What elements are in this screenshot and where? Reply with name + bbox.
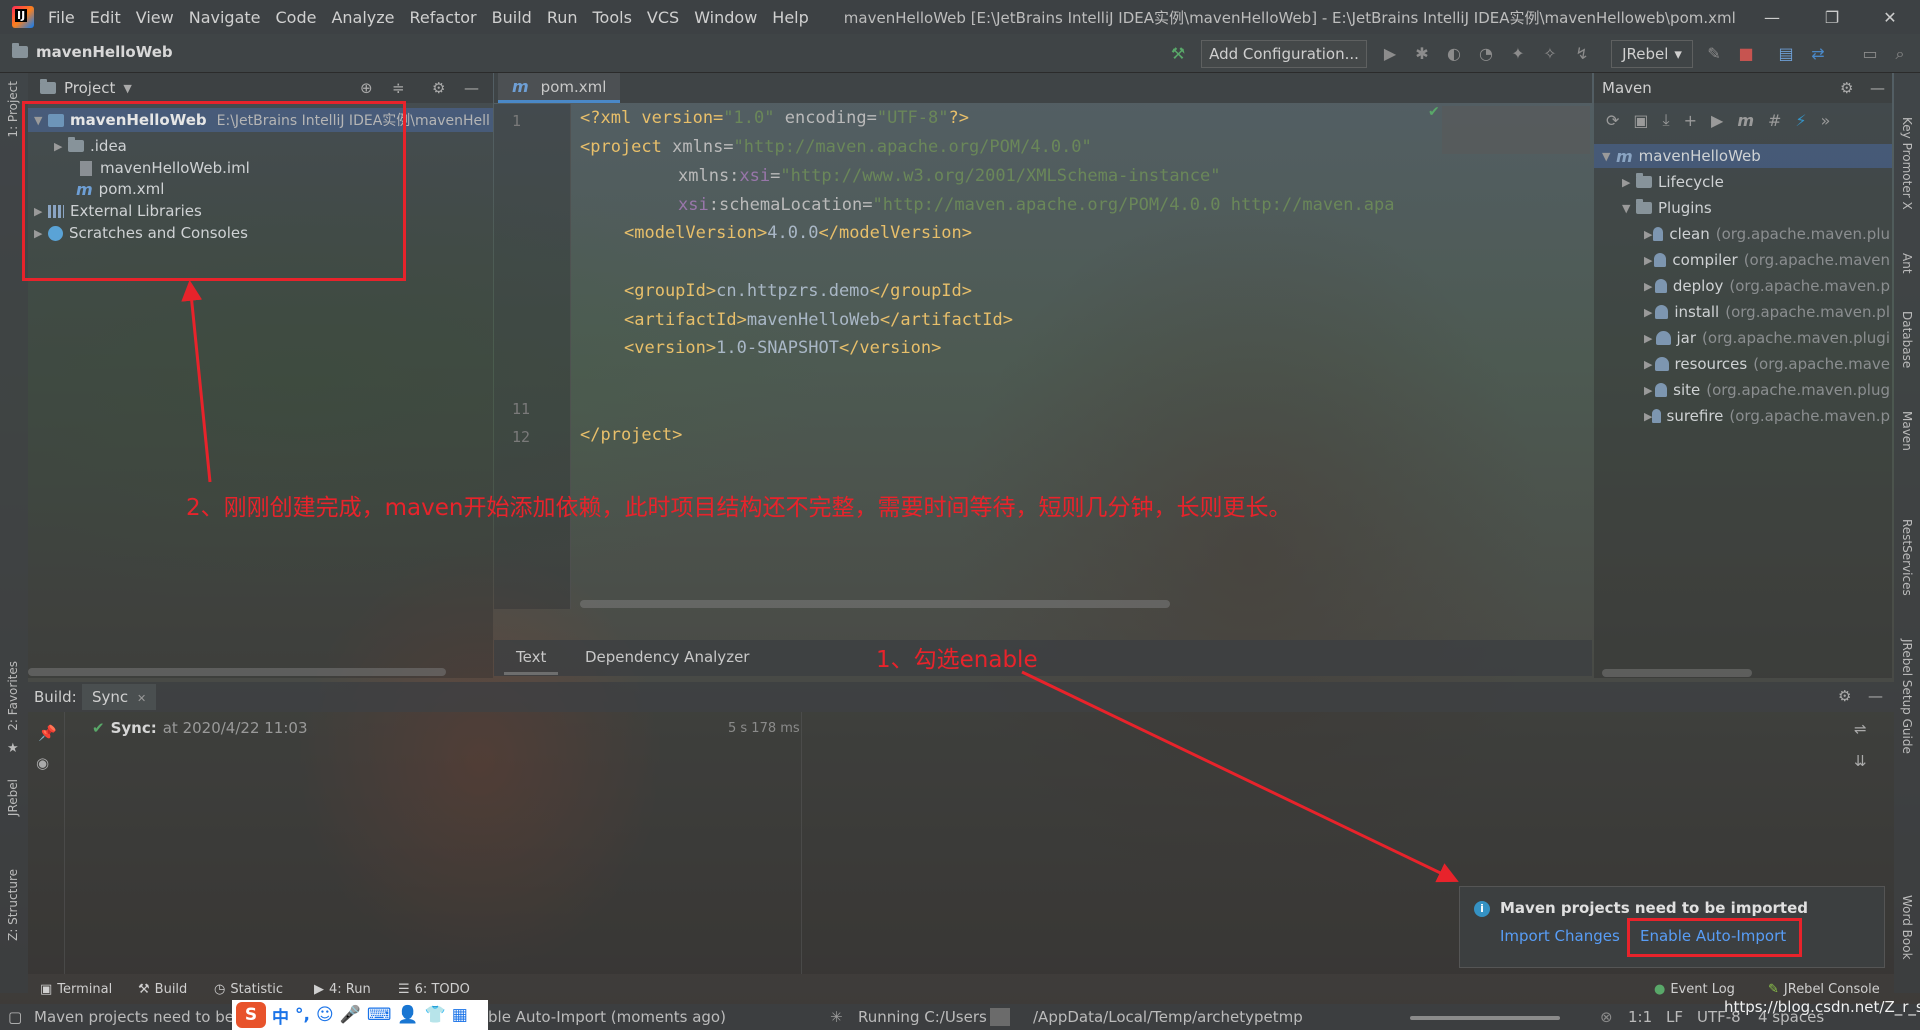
annotation-arrow-2 <box>181 279 212 483</box>
annotation-step-2: 2、刚刚创建完成，maven开始添加依赖，此时项目结构还不完整，需要时间等待，短… <box>186 495 1292 521</box>
annotation-step-1: 1、勾选enable <box>876 647 1038 673</box>
annotation-arrow-1 <box>1021 670 1459 883</box>
